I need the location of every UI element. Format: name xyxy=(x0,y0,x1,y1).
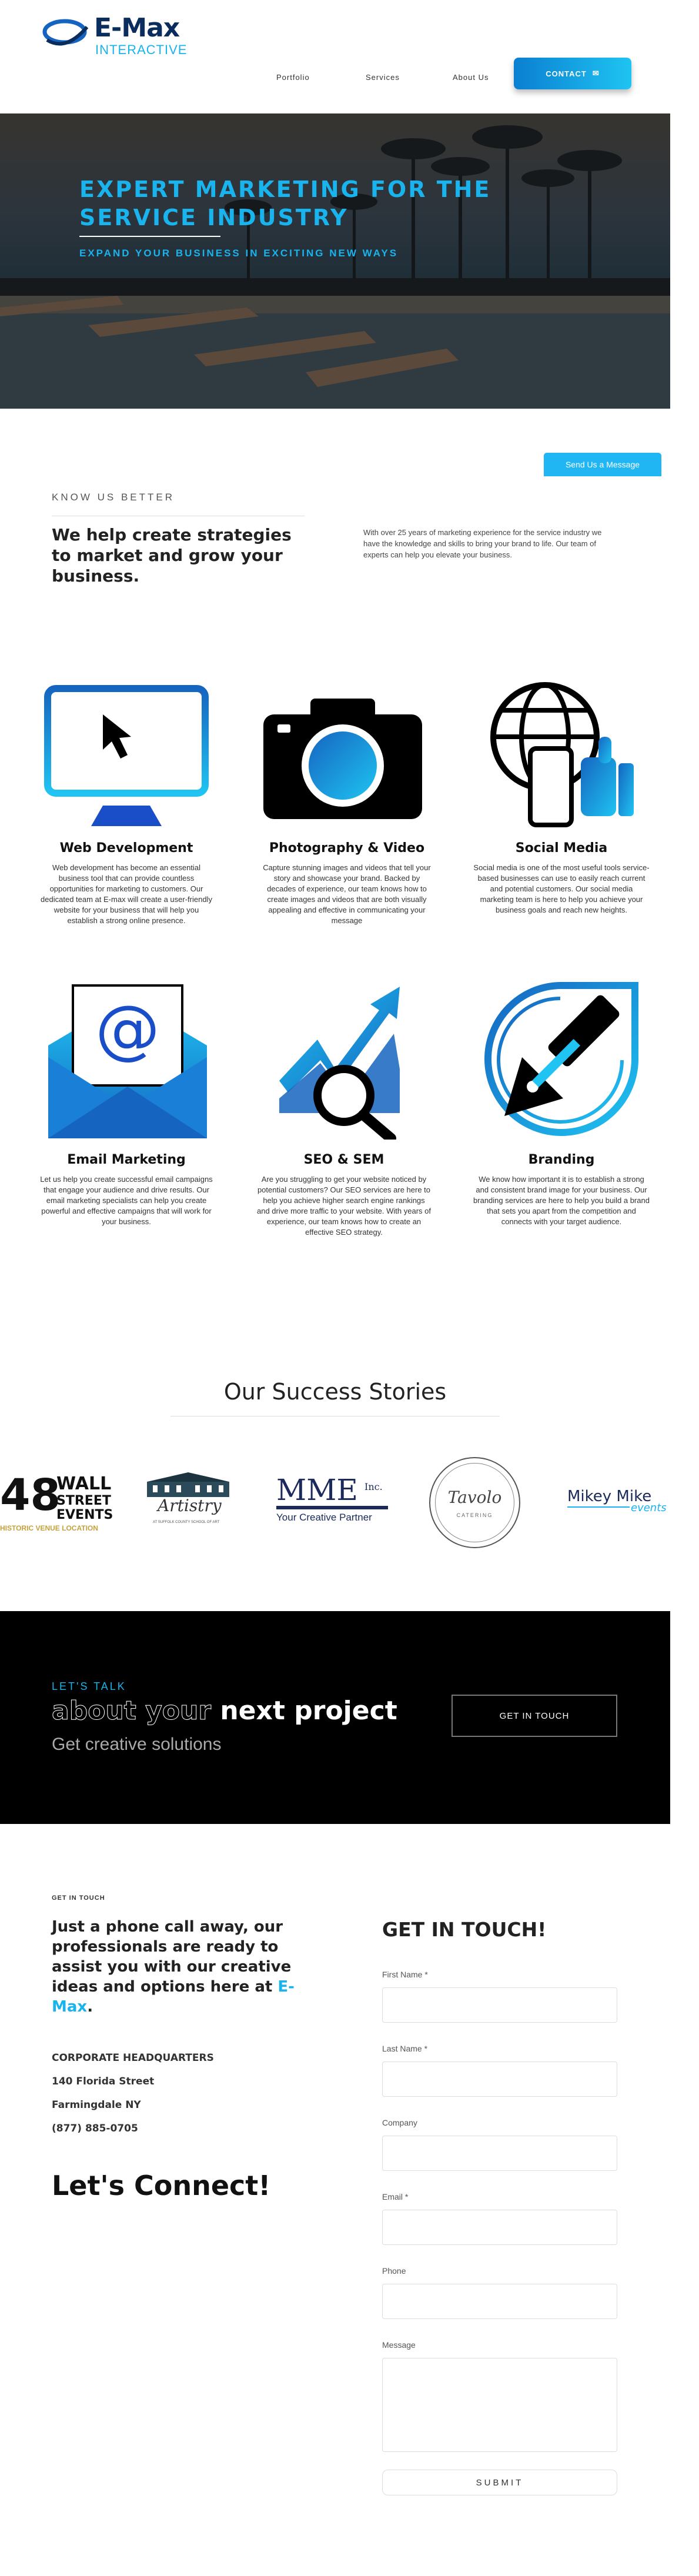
wall-street-tag: HISTORIC VENUE LOCATION xyxy=(0,1524,98,1532)
client-logo-tavolo: Tavolo CATERING xyxy=(429,1457,520,1548)
service-title-web-development: Web Development xyxy=(59,841,193,856)
hero-title: EXPERT MARKETING FOR THE SERVICE INDUSTR… xyxy=(79,175,608,232)
email-field[interactable] xyxy=(382,2210,617,2245)
hq-phone[interactable]: (877) 885-0705 xyxy=(52,2123,138,2134)
submit-button[interactable]: SUBMIT xyxy=(382,2470,617,2495)
service-title-seo-sem: SEO & SEM xyxy=(303,1152,384,1167)
submit-label: SUBMIT xyxy=(476,2477,524,2488)
hero-banner: EXPERT MARKETING FOR THE SERVICE INDUSTR… xyxy=(0,113,670,409)
hero-subtitle: EXPAND YOUR BUSINESS IN EXCITING NEW WAY… xyxy=(79,248,399,259)
cta-heading-outline: about your xyxy=(51,1696,212,1726)
about-heading: We help create strategies to market and … xyxy=(52,525,292,586)
wall-street-line2: STREET xyxy=(56,1494,111,1508)
contact-button[interactable]: CONTACT ✉ xyxy=(514,58,631,89)
email-envelope-icon: @ xyxy=(48,984,207,1138)
company-field[interactable] xyxy=(382,2136,617,2171)
service-title-social-media: Social Media xyxy=(515,841,608,856)
hero-title-line2: SERVICE INDUSTRY xyxy=(79,205,349,230)
wall-street-line1: WALL xyxy=(56,1474,112,1494)
service-title-email-marketing: Email Marketing xyxy=(67,1152,186,1167)
site-header: E-Max INTERACTIVE Portfolio Services Abo… xyxy=(0,0,699,112)
service-text-social-media: Social media is one of the most useful t… xyxy=(473,863,650,914)
client-logo-artistry: Artistry AT SUFFOLK COUNTY SCHOOL OF ART xyxy=(135,1470,241,1535)
tavolo-tag: CATERING xyxy=(456,1512,493,1518)
artistry-tag: AT SUFFOLK COUNTY SCHOOL OF ART xyxy=(153,1521,220,1524)
cta-subtext: Get creative solutions xyxy=(52,1735,222,1754)
nav-about-us[interactable]: About Us xyxy=(453,73,489,82)
email-label: Email * xyxy=(382,2192,409,2201)
message-label: Message xyxy=(382,2340,416,2350)
service-text-branding: We know how important it is to establish… xyxy=(473,1175,650,1226)
hero-title-line1: EXPERT MARKETING FOR THE xyxy=(79,176,491,202)
cta-button-label: GET IN TOUCH xyxy=(499,1710,570,1721)
last-name-field[interactable] xyxy=(382,2062,617,2097)
send-message-button[interactable]: Send Us a Message xyxy=(544,453,661,476)
service-title-branding: Branding xyxy=(528,1152,595,1167)
seo-chart-magnifier-icon xyxy=(279,987,400,1140)
camera-icon xyxy=(263,699,422,819)
client-logo-mme: MME Inc. Your Creative Partner xyxy=(276,1473,394,1526)
success-heading: Our Success Stories xyxy=(223,1379,447,1405)
service-text-web-development: Web development has become an essential … xyxy=(41,863,212,925)
wall-street-number: 48 xyxy=(0,1470,61,1521)
contact-button-label: CONTACT xyxy=(546,69,587,78)
nav-portfolio[interactable]: Portfolio xyxy=(276,73,310,82)
mikey-mike-underline xyxy=(567,1506,630,1508)
contact-intro-end: . xyxy=(87,1998,93,2016)
mail-icon: ✉ xyxy=(592,69,600,78)
service-text-photography: Capture stunning images and videos that … xyxy=(263,863,431,925)
phone-field[interactable] xyxy=(382,2284,617,2319)
about-eyebrow: KNOW US BETTER xyxy=(52,492,175,503)
monitor-cursor-icon xyxy=(44,685,209,826)
logo-swoosh-icon xyxy=(42,19,89,46)
cta-heading-bold: next project xyxy=(220,1696,397,1726)
cta-heading: about your next project xyxy=(51,1696,397,1726)
last-name-label: Last Name * xyxy=(382,2044,428,2053)
hq-street: 140 Florida Street xyxy=(52,2076,155,2087)
svg-text:@: @ xyxy=(95,991,160,1067)
cta-eyebrow: LET'S TALK xyxy=(52,1680,126,1692)
social-globe-icon xyxy=(490,682,634,827)
mme-inc: Inc. xyxy=(364,1481,383,1492)
cta-get-in-touch-button[interactable]: GET IN TOUCH xyxy=(451,1695,617,1737)
logo-title: E-Max xyxy=(94,13,180,43)
client-logo-mikey-mike: Mikey Mike events xyxy=(567,1488,670,1523)
company-label: Company xyxy=(382,2118,417,2127)
service-text-email-marketing: Let us help you create successful email … xyxy=(40,1175,213,1226)
contact-intro: Just a phone call away, our professional… xyxy=(52,1917,299,2017)
contact-form-title: GET IN TOUCH! xyxy=(382,1918,547,1941)
client-logo-48-wall-street: 48 WALL STREET EVENTS HISTORIC VENUE LOC… xyxy=(0,1470,118,1535)
hero-background-image xyxy=(0,113,670,409)
message-field[interactable] xyxy=(382,2358,617,2452)
lets-connect-heading: Let's Connect! xyxy=(52,2170,271,2201)
service-text-seo-sem: Are you struggling to get your website n… xyxy=(257,1175,431,1237)
cta-section: LET'S TALK about your next project Get c… xyxy=(0,1611,670,1824)
logo[interactable]: E-Max INTERACTIVE xyxy=(42,12,186,59)
branding-pen-icon xyxy=(484,982,638,1136)
send-message-label: Send Us a Message xyxy=(565,460,640,469)
first-name-label: First Name * xyxy=(382,1970,428,1979)
first-name-field[interactable] xyxy=(382,1987,617,2023)
service-title-photography: Photography & Video xyxy=(269,841,425,856)
mikey-mike-tag: events xyxy=(631,1502,667,1514)
contact-intro-text: Just a phone call away, our professional… xyxy=(52,1918,292,1996)
nav-services[interactable]: Services xyxy=(366,73,400,82)
about-text: With over 25 years of marketing experien… xyxy=(363,528,602,559)
mme-name: MME xyxy=(276,1473,358,1507)
contact-eyebrow: GET IN TOUCH xyxy=(52,1895,105,1902)
hq-city: Farmingdale NY xyxy=(52,2099,141,2111)
building-icon xyxy=(147,1472,229,1497)
mme-bar xyxy=(276,1506,388,1509)
hero-divider xyxy=(79,236,220,237)
tavolo-name: Tavolo xyxy=(447,1488,502,1507)
mme-tag: Your Creative Partner xyxy=(276,1512,372,1523)
phone-label: Phone xyxy=(382,2266,406,2276)
wall-street-line3: EVENTS xyxy=(56,1508,113,1522)
artistry-name: Artistry xyxy=(158,1496,222,1515)
logo-subtitle: INTERACTIVE xyxy=(95,42,188,57)
hq-label: CORPORATE HEADQUARTERS xyxy=(52,2052,214,2064)
